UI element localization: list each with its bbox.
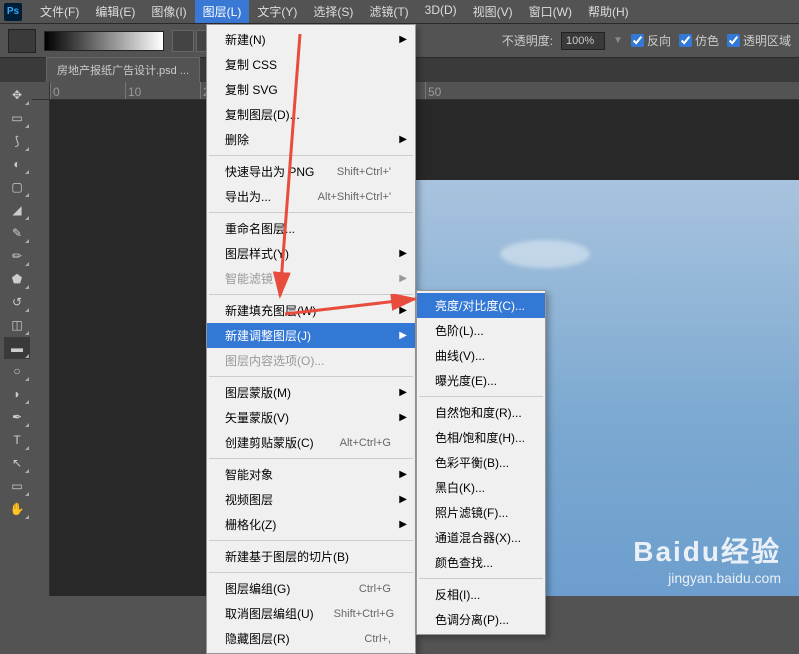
stamp-tool[interactable]: ⬟: [4, 268, 30, 290]
menu-滤镜(T)[interactable]: 滤镜(T): [361, 0, 416, 23]
menu-编辑(E)[interactable]: 编辑(E): [87, 0, 143, 23]
adjust-menu-item-13[interactable]: 反相(I)...: [417, 582, 545, 607]
adjust-menu-item-14[interactable]: 色调分离(P)...: [417, 607, 545, 632]
submenu-arrow-icon: ▶: [399, 387, 407, 398]
dropdown-arrow-icon[interactable]: ▼: [613, 35, 623, 46]
quick-select-tool[interactable]: ◐: [4, 153, 30, 175]
blur-tool[interactable]: ○: [4, 360, 30, 382]
layer-menu-item-15: 图层内容选项(O)...: [207, 348, 415, 373]
layer-menu-item-22[interactable]: 视频图层▶: [207, 487, 415, 512]
submenu-arrow-icon: ▶: [399, 469, 407, 480]
layer-menu-item-29[interactable]: 隐藏图层(R)Ctrl+,: [207, 626, 415, 651]
layer-menu-item-3[interactable]: 复制图层(D)...: [207, 102, 415, 127]
menu-选择(S)[interactable]: 选择(S): [305, 0, 361, 23]
layer-menu-item-28[interactable]: 取消图层编组(U)Shift+Ctrl+G: [207, 601, 415, 626]
tool-preset[interactable]: [8, 29, 36, 53]
layer-menu-item-17[interactable]: 图层蒙版(M)▶: [207, 380, 415, 405]
watermark-brand: Baidu经验: [633, 530, 781, 570]
eraser-tool[interactable]: ◫: [4, 314, 30, 336]
layer-menu-item-2[interactable]: 复制 SVG: [207, 77, 415, 102]
adjust-menu-item-5[interactable]: 自然饱和度(R)...: [417, 400, 545, 425]
crop-tool[interactable]: ▢: [4, 176, 30, 198]
pen-tool[interactable]: ✒: [4, 406, 30, 428]
submenu-arrow-icon: ▶: [399, 273, 407, 284]
layer-menu-item-14[interactable]: 新建调整图层(J)▶: [207, 323, 415, 348]
history-brush-tool[interactable]: ↺: [4, 291, 30, 313]
menu-bar: Ps 文件(F)编辑(E)图像(I)图层(L)文字(Y)选择(S)滤镜(T)3D…: [0, 0, 799, 24]
reverse-checkbox[interactable]: 反向: [631, 32, 671, 49]
gradient-tool[interactable]: ▬: [4, 337, 30, 359]
layer-menu-item-4[interactable]: 删除▶: [207, 127, 415, 152]
menu-视图(V)[interactable]: 视图(V): [465, 0, 521, 23]
hand-tool[interactable]: ✋: [4, 498, 30, 520]
tool-panel: ✥ ▭ ⟆ ◐ ▢ ◢ ✎ ✏ ⬟ ↺ ◫ ▬ ○ ◗ ✒ T ↖ ▭ ✋: [2, 82, 32, 522]
move-tool[interactable]: ✥: [4, 84, 30, 106]
layer-menu-item-7[interactable]: 导出为...Alt+Shift+Ctrl+': [207, 184, 415, 209]
adjust-menu-item-6[interactable]: 色相/饱和度(H)...: [417, 425, 545, 450]
type-tool[interactable]: T: [4, 429, 30, 451]
layer-menu-item-19[interactable]: 创建剪贴蒙版(C)Alt+Ctrl+G: [207, 430, 415, 455]
submenu-arrow-icon: ▶: [399, 134, 407, 145]
submenu-arrow-icon: ▶: [399, 494, 407, 505]
submenu-arrow-icon: ▶: [399, 305, 407, 316]
watermark: Baidu经验 jingyan.baidu.com: [633, 530, 781, 586]
layer-menu-item-18[interactable]: 矢量蒙版(V)▶: [207, 405, 415, 430]
adjust-menu-item-0[interactable]: 亮度/对比度(C)...: [417, 293, 545, 318]
brush-tool[interactable]: ✏: [4, 245, 30, 267]
adjust-menu-item-8[interactable]: 黑白(K)...: [417, 475, 545, 500]
layer-menu-item-1[interactable]: 复制 CSS: [207, 52, 415, 77]
layer-menu-item-13[interactable]: 新建填充图层(W)▶: [207, 298, 415, 323]
shape-tool[interactable]: ▭: [4, 475, 30, 497]
horizontal-ruler[interactable]: 01020304050: [50, 82, 799, 100]
submenu-arrow-icon: ▶: [399, 34, 407, 45]
adjustment-submenu: 亮度/对比度(C)...色阶(L)...曲线(V)...曝光度(E)... 自然饱…: [416, 290, 546, 635]
healing-tool[interactable]: ✎: [4, 222, 30, 244]
gradient-preview[interactable]: [44, 31, 164, 51]
adjust-menu-item-7[interactable]: 色彩平衡(B)...: [417, 450, 545, 475]
menu-图层(L)[interactable]: 图层(L): [195, 0, 250, 23]
eyedropper-tool[interactable]: ◢: [4, 199, 30, 221]
layer-menu-item-10[interactable]: 图层样式(Y)▶: [207, 241, 415, 266]
document-tab[interactable]: 房地产报纸广告设计.psd ...: [46, 57, 200, 82]
opacity-label: 不透明度:: [502, 32, 553, 49]
submenu-arrow-icon: ▶: [399, 248, 407, 259]
marquee-tool[interactable]: ▭: [4, 107, 30, 129]
adjust-menu-item-2[interactable]: 曲线(V)...: [417, 343, 545, 368]
layer-menu-item-21[interactable]: 智能对象▶: [207, 462, 415, 487]
menu-窗口(W)[interactable]: 窗口(W): [521, 0, 580, 23]
menu-文件(F)[interactable]: 文件(F): [32, 0, 87, 23]
transparency-checkbox[interactable]: 透明区域: [727, 32, 791, 49]
layer-menu-item-0[interactable]: 新建(N)▶: [207, 27, 415, 52]
layer-menu-item-23[interactable]: 栅格化(Z)▶: [207, 512, 415, 537]
layer-menu-item-25[interactable]: 新建基于图层的切片(B): [207, 544, 415, 569]
submenu-arrow-icon: ▶: [399, 330, 407, 341]
layer-menu-item-27[interactable]: 图层编组(G)Ctrl+G: [207, 576, 415, 601]
layer-menu-item-11: 智能滤镜▶: [207, 266, 415, 291]
ruler-origin[interactable]: [32, 82, 50, 100]
path-select-tool[interactable]: ↖: [4, 452, 30, 474]
menu-图像(I)[interactable]: 图像(I): [143, 0, 194, 23]
layer-menu-item-6[interactable]: 快速导出为 PNGShift+Ctrl+': [207, 159, 415, 184]
adjust-menu-item-11[interactable]: 颜色查找...: [417, 550, 545, 575]
watermark-url: jingyan.baidu.com: [633, 570, 781, 586]
adjust-menu-item-1[interactable]: 色阶(L)...: [417, 318, 545, 343]
vertical-ruler[interactable]: [32, 100, 50, 596]
menu-文字(Y)[interactable]: 文字(Y): [249, 0, 305, 23]
opacity-input[interactable]: [561, 32, 605, 50]
dodge-tool[interactable]: ◗: [4, 383, 30, 405]
adjust-menu-item-9[interactable]: 照片滤镜(F)...: [417, 500, 545, 525]
menu-3D(D)[interactable]: 3D(D): [417, 0, 465, 23]
submenu-arrow-icon: ▶: [399, 519, 407, 530]
dither-checkbox[interactable]: 仿色: [679, 32, 719, 49]
layer-menu-dropdown: 新建(N)▶复制 CSS复制 SVG复制图层(D)...删除▶ 快速导出为 PNG…: [206, 24, 416, 654]
app-logo: Ps: [4, 3, 22, 21]
layer-menu-item-9[interactable]: 重命名图层...: [207, 216, 415, 241]
adjust-menu-item-10[interactable]: 通道混合器(X)...: [417, 525, 545, 550]
lasso-tool[interactable]: ⟆: [4, 130, 30, 152]
menu-帮助(H)[interactable]: 帮助(H): [580, 0, 637, 23]
adjust-menu-item-3[interactable]: 曝光度(E)...: [417, 368, 545, 393]
gradient-linear[interactable]: [172, 30, 194, 52]
submenu-arrow-icon: ▶: [399, 412, 407, 423]
